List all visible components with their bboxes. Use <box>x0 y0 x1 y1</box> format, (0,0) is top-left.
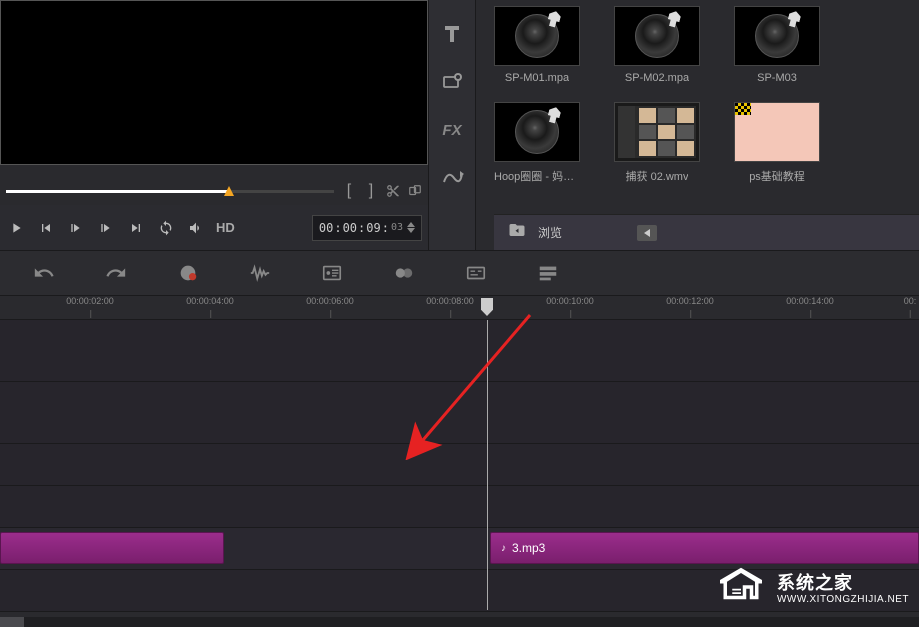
browse-icon <box>506 221 528 244</box>
video-track-1[interactable] <box>0 320 919 382</box>
media-thumbnail <box>614 6 700 66</box>
timeline-scrollbar[interactable] <box>0 617 919 627</box>
media-label: SP-M02.mpa <box>625 72 689 84</box>
library-scroll-left-button[interactable] <box>637 225 657 241</box>
overlay-track[interactable] <box>0 444 919 486</box>
ruler-tick: 00:00:04:00 <box>186 296 234 306</box>
media-thumbnail <box>494 102 580 162</box>
scrollbar-thumb[interactable] <box>0 617 24 627</box>
disc-icon <box>515 110 559 154</box>
mark-out-button[interactable]: ] <box>364 182 378 200</box>
media-label: Hoop圈圈 - 妈咪 ... <box>494 168 580 184</box>
media-label: ps基础教程 <box>749 168 805 184</box>
scrubber-handle[interactable] <box>224 186 234 196</box>
timecode-ss: 09 <box>366 221 380 235</box>
timecode-mm: 00 <box>343 221 357 235</box>
music-note-icon: ♪ <box>501 543 506 554</box>
media-item[interactable]: SP-M01.mpa <box>494 6 580 84</box>
media-thumbnail <box>734 102 820 162</box>
mark-in-button[interactable]: [ <box>342 182 356 200</box>
play-button[interactable] <box>6 216 26 240</box>
media-grid: SP-M01.mpa SP-M02.mpa SP-M03 Hoop圈圈 - 妈咪 ..… <box>494 6 919 184</box>
media-item[interactable]: SP-M03 <box>734 6 820 84</box>
timecode-up-button[interactable] <box>407 222 415 227</box>
loop-button[interactable] <box>156 216 176 240</box>
side-tab-bar: FX <box>428 0 476 250</box>
video-preview[interactable] <box>0 0 428 165</box>
frame-back-button[interactable] <box>66 216 86 240</box>
ruler-tick: 00:00:08:00 <box>426 296 474 306</box>
path-tab[interactable] <box>429 154 475 202</box>
volume-button[interactable] <box>186 216 206 240</box>
multitrack-button[interactable] <box>534 259 562 287</box>
playback-controls: HD 00:00:09:03 <box>0 205 428 250</box>
media-thumbnail <box>494 6 580 66</box>
go-end-button[interactable] <box>126 216 146 240</box>
media-item[interactable]: 捕获 02.wmv <box>614 102 700 184</box>
watermark: 系统之家 WWW.XITONGZHIJIA.NET <box>713 566 909 613</box>
preview-panel: [ ] <box>0 0 428 250</box>
scrubber-track[interactable] <box>6 190 334 193</box>
media-library: SP-M01.mpa SP-M02.mpa SP-M03 Hoop圈圈 - 妈咪 ..… <box>476 0 919 250</box>
undo-button[interactable] <box>30 259 58 287</box>
watermark-title: 系统之家 <box>777 574 909 594</box>
media-item[interactable]: ps基础教程 <box>734 102 820 184</box>
media-item[interactable]: SP-M02.mpa <box>614 6 700 84</box>
chapter-button[interactable] <box>318 259 346 287</box>
timeline-toolbar <box>0 250 919 296</box>
audio-clip-left[interactable] <box>0 532 224 564</box>
playhead-line <box>487 320 488 610</box>
ruler-tick: 00:00:10:00 <box>546 296 594 306</box>
title-tab[interactable] <box>429 10 475 58</box>
media-thumbnail <box>734 6 820 66</box>
scrubber-bar: [ ] <box>0 177 428 205</box>
media-label: SP-M01.mpa <box>505 72 569 84</box>
frame-forward-button[interactable] <box>96 216 116 240</box>
ruler-tick: 00:00:12:00 <box>666 296 714 306</box>
record-button[interactable] <box>174 259 202 287</box>
audio-clip-right[interactable]: ♪ 3.mp3 <box>490 532 919 564</box>
split-button[interactable] <box>408 182 422 200</box>
ruler-tick: 00: <box>904 296 917 306</box>
disc-icon <box>755 14 799 58</box>
ruler-tick: 00:00:06:00 <box>306 296 354 306</box>
disc-icon <box>515 14 559 58</box>
fx-tab[interactable]: FX <box>429 106 475 154</box>
subtitle-button[interactable] <box>462 259 490 287</box>
timecode-ff: 03 <box>391 222 403 233</box>
hd-label[interactable]: HD <box>216 220 235 235</box>
media-label: SP-M03 <box>757 72 797 84</box>
library-footer: 浏览 <box>494 214 919 250</box>
go-start-button[interactable] <box>36 216 56 240</box>
disc-icon <box>635 14 679 58</box>
video-track-2[interactable] <box>0 382 919 444</box>
media-item[interactable]: Hoop圈圈 - 妈咪 ... <box>494 102 580 184</box>
timeline-ruler[interactable]: 00:00:02:0000:00:04:0000:00:06:0000:00:0… <box>0 296 919 320</box>
graphics-tab[interactable] <box>429 58 475 106</box>
browse-label[interactable]: 浏览 <box>538 224 562 241</box>
ruler-tick: 00:00:14:00 <box>786 296 834 306</box>
redo-button[interactable] <box>102 259 130 287</box>
media-label: 捕获 02.wmv <box>626 168 689 184</box>
cut-button[interactable] <box>386 182 400 200</box>
audio-button[interactable] <box>246 259 274 287</box>
timecode-display[interactable]: 00:00:09:03 <box>312 215 422 241</box>
watermark-url: WWW.XITONGZHIJIA.NET <box>777 594 909 605</box>
audio-clip-label: 3.mp3 <box>512 541 545 555</box>
media-thumbnail <box>614 102 700 162</box>
track-button[interactable] <box>390 259 418 287</box>
timecode-down-button[interactable] <box>407 228 415 233</box>
ruler-tick: 00:00:02:00 <box>66 296 114 306</box>
timecode-hh: 00 <box>319 221 333 235</box>
watermark-logo-icon <box>713 566 769 613</box>
audio-track[interactable]: ♪ 3.mp3 <box>0 528 919 570</box>
title-track[interactable] <box>0 486 919 528</box>
